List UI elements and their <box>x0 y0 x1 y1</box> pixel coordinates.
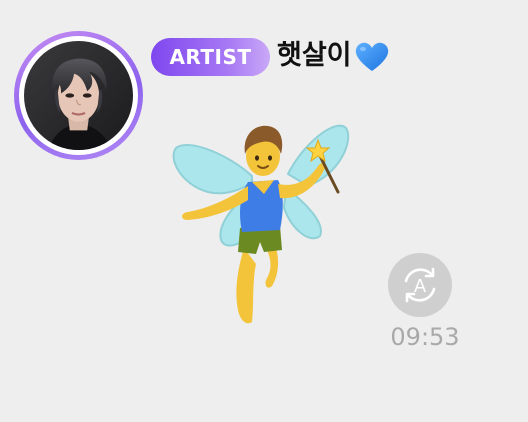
artist-badge: ARTIST <box>151 38 270 76</box>
sender-name-line: 햇살이 <box>277 34 390 78</box>
artist-avatar-photo <box>24 41 133 150</box>
sender-name: 햇살이 <box>277 40 352 71</box>
blue-heart-icon <box>355 42 388 71</box>
chat-message-screen: ARTIST 햇살이 A 09:53 <box>0 0 528 422</box>
message-time: 09:53 <box>390 323 460 351</box>
auto-translate-icon: A <box>404 267 436 303</box>
translate-button[interactable]: A <box>388 253 452 317</box>
translate-glyph: A <box>414 276 427 297</box>
man-fairy-icon[interactable] <box>168 114 352 332</box>
avatar[interactable] <box>14 31 143 160</box>
avatar-frame <box>19 36 138 155</box>
fairy-legs <box>236 248 279 324</box>
